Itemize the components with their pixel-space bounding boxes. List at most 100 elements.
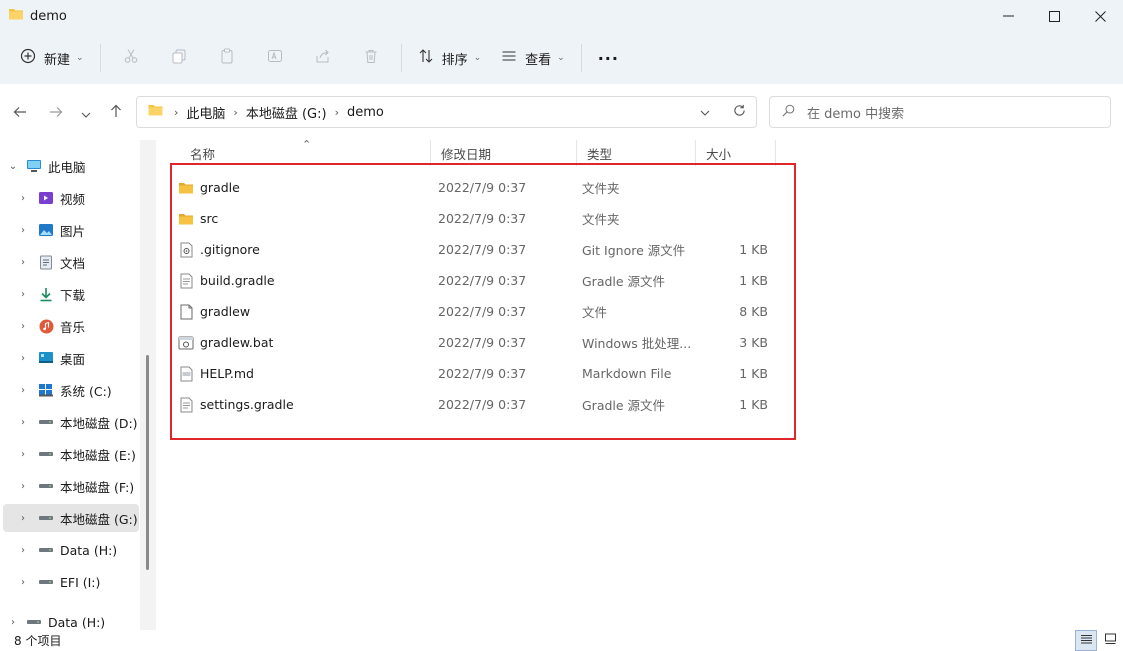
share-icon (315, 48, 331, 68)
scrollbar-thumb[interactable] (146, 355, 149, 570)
video-icon (38, 191, 54, 205)
drive-icon (38, 447, 54, 461)
maximize-button[interactable] (1031, 0, 1077, 32)
details-view-icon (1080, 634, 1093, 648)
breadcrumb-separator-icon: › (233, 105, 238, 119)
column-header-label: 名称 (190, 146, 216, 162)
toolbar-divider (400, 44, 402, 72)
breadcrumb-this-pc[interactable]: 此电脑 (186, 103, 225, 122)
item-count: 8 个项目 (14, 634, 62, 648)
share-button[interactable] (299, 40, 347, 76)
status-bar: 8 个项目 (0, 630, 1123, 651)
breadcrumb-separator-icon: › (334, 105, 339, 119)
document-icon (38, 255, 54, 269)
drive-icon (38, 479, 54, 493)
sidebar-item-drive-g[interactable]: › 本地磁盘 (G:) (3, 504, 139, 532)
breadcrumb-drive-g[interactable]: 本地磁盘 (G:) (246, 103, 327, 122)
sidebar-item-label: 此电脑 (48, 159, 86, 175)
toolbar-divider (580, 44, 582, 72)
more-options-button[interactable]: ··· (588, 40, 629, 76)
new-button[interactable]: 新建 ⌄ (10, 40, 94, 76)
breadcrumb-demo[interactable]: demo (347, 105, 384, 120)
view-button[interactable]: 查看 ⌄ (491, 40, 575, 76)
close-button[interactable] (1077, 0, 1123, 32)
sort-icon (418, 48, 434, 68)
details-view-button[interactable] (1075, 630, 1097, 651)
chevron-right-icon[interactable]: › (16, 545, 30, 556)
chevron-right-icon[interactable]: › (16, 577, 30, 588)
chevron-down-icon: ⌄ (76, 53, 84, 63)
sort-ascending-icon: ⌃ (302, 138, 312, 151)
chevron-right-icon[interactable]: › (16, 257, 30, 268)
view-button-label: 查看 (525, 52, 552, 68)
address-history-button[interactable] (688, 105, 722, 120)
back-button[interactable] (8, 102, 32, 122)
chevron-right-icon[interactable]: › (6, 617, 20, 628)
chevron-down-icon[interactable]: ⌄ (6, 161, 20, 172)
chevron-right-icon[interactable]: › (16, 449, 30, 460)
copy-icon (171, 48, 187, 68)
chevron-right-icon[interactable]: › (16, 481, 30, 492)
sidebar-item-label: 本地磁盘 (F:) (60, 479, 135, 495)
sidebar-item-desktop[interactable]: › 桌面 (3, 344, 139, 372)
download-icon (38, 287, 54, 301)
sidebar-item-drive-e[interactable]: › 本地磁盘 (E:) (3, 440, 139, 468)
up-button[interactable] (104, 102, 128, 122)
delete-button[interactable] (347, 40, 395, 76)
chevron-right-icon[interactable]: › (16, 289, 30, 300)
sidebar-item-drive-c[interactable]: › 系统 (C:) (3, 376, 139, 404)
sidebar-item-downloads[interactable]: › 下载 (3, 280, 139, 308)
chevron-right-icon[interactable]: › (16, 353, 30, 364)
chevron-right-icon[interactable]: › (16, 225, 30, 236)
chevron-down-icon (81, 103, 91, 122)
sidebar-item-documents[interactable]: › 文档 (3, 248, 139, 276)
copy-button[interactable] (155, 40, 203, 76)
chevron-right-icon[interactable]: › (16, 193, 30, 204)
trash-icon (363, 48, 379, 68)
chevron-right-icon[interactable]: › (16, 385, 30, 396)
window-title: demo (8, 7, 67, 25)
breadcrumb-separator-icon: › (174, 105, 179, 119)
recent-locations-button[interactable] (74, 102, 98, 122)
plus-circle-icon (20, 48, 36, 68)
forward-button[interactable] (44, 102, 68, 122)
picture-icon (38, 223, 54, 237)
chevron-right-icon[interactable]: › (16, 321, 30, 332)
music-icon (38, 319, 54, 333)
minimize-button[interactable] (985, 0, 1031, 32)
cut-button[interactable] (107, 40, 155, 76)
chevron-down-icon: ⌄ (557, 53, 565, 63)
sidebar-item-music[interactable]: › 音乐 (3, 312, 139, 340)
drive-icon (26, 615, 42, 629)
sidebar-item-this-pc[interactable]: ⌄ 此电脑 (3, 152, 139, 180)
refresh-button[interactable] (722, 104, 756, 121)
sidebar-scrollbar[interactable] (140, 140, 156, 630)
new-button-label: 新建 (44, 52, 71, 68)
large-icons-view-button[interactable] (1099, 630, 1121, 651)
clipboard-icon (219, 48, 235, 68)
sidebar-item-label: EFI (I:) (60, 574, 101, 590)
sidebar-item-label: 下载 (60, 287, 86, 303)
refresh-icon (733, 104, 745, 116)
chevron-right-icon[interactable]: › (16, 513, 30, 524)
sidebar-item-drive-f[interactable]: › 本地磁盘 (F:) (3, 472, 139, 500)
arrow-right-icon (49, 103, 63, 122)
sidebar-item-drive-d[interactable]: › 本地磁盘 (D:) (3, 408, 139, 436)
folder-icon (147, 103, 164, 121)
search-input[interactable]: 在 demo 中搜索 (769, 96, 1111, 128)
sidebar-item-drive-i[interactable]: › EFI (I:) (3, 568, 139, 596)
sidebar-item-videos[interactable]: › 视频 (3, 184, 139, 212)
navigation-pane: ⌄ 此电脑 › 视频 › 图片 › 文档 › 下载 › 音乐 › 桌面 › 系统… (0, 140, 156, 630)
chevron-right-icon[interactable]: › (16, 417, 30, 428)
address-bar[interactable]: › 此电脑 › 本地磁盘 (G:) › demo (136, 96, 757, 128)
sort-button-label: 排序 (441, 52, 468, 68)
sort-button[interactable]: 排序 ⌄ (408, 40, 492, 76)
title-bar: demo (0, 0, 1123, 32)
tiles-view-icon (1104, 633, 1117, 648)
search-placeholder: 在 demo 中搜索 (807, 106, 905, 122)
rename-button[interactable] (251, 40, 299, 76)
paste-button[interactable] (203, 40, 251, 76)
sidebar-item-pictures[interactable]: › 图片 (3, 216, 139, 244)
sidebar-item-drive-h[interactable]: › Data (H:) (3, 536, 139, 564)
chevron-down-icon: ⌄ (473, 53, 482, 63)
